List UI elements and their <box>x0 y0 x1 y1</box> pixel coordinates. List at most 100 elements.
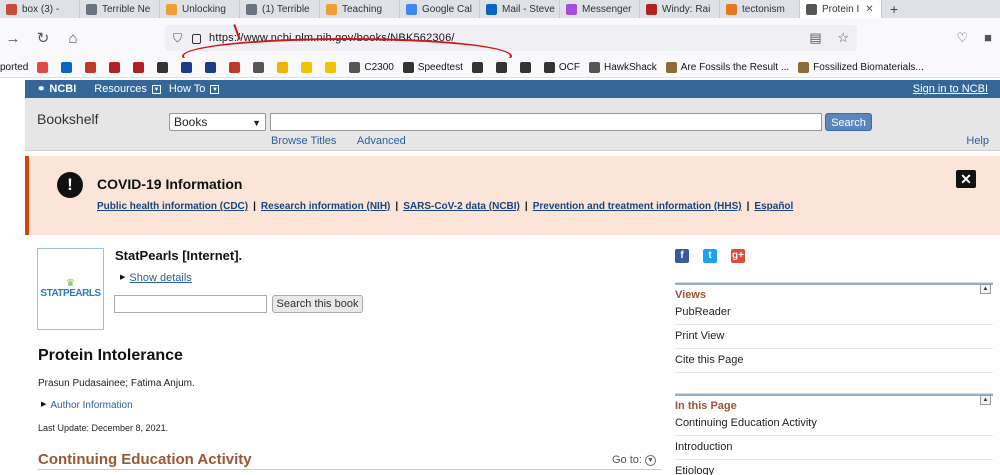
bookmark-label: OCF <box>558 62 580 73</box>
browser-tab[interactable]: tectonism <box>720 0 800 18</box>
help-link[interactable]: Help <box>966 135 989 147</box>
covid-link[interactable]: Español <box>754 201 793 212</box>
reader-view-icon[interactable]: ▤ <box>809 30 821 45</box>
ncbi-logo[interactable]: ⚭ NCBI <box>37 83 76 95</box>
search-input[interactable] <box>270 113 822 131</box>
tab-favicon-icon <box>406 3 417 15</box>
bookmark-item[interactable] <box>61 62 76 73</box>
ncbi-logo-text: NCBI <box>49 83 77 95</box>
covid-link[interactable]: Public health information (CDC) <box>97 201 248 212</box>
bookmark-favicon-icon <box>61 62 73 73</box>
reload-button[interactable]: ↻ <box>30 29 56 47</box>
bookmark-item[interactable] <box>471 62 487 73</box>
close-icon[interactable]: ✕ <box>865 4 873 15</box>
panel-link[interactable]: Print View <box>675 325 993 349</box>
bookmarks-bar: ported C2300 Speedtest OCF HawkShack Are Foss… <box>0 58 1000 78</box>
home-button[interactable]: ⌂ <box>60 30 86 47</box>
bookmark-item[interactable]: C2300 <box>349 62 394 73</box>
show-details-link[interactable]: Show details <box>129 272 191 284</box>
facebook-icon[interactable]: f <box>675 249 689 263</box>
search-button[interactable]: Search <box>825 113 872 131</box>
browser-tab[interactable]: Mail - Steve <box>480 0 560 18</box>
sign-in-link[interactable]: Sign in to NCBI <box>913 83 988 95</box>
bookmark-item[interactable] <box>253 62 268 73</box>
bookmark-item[interactable] <box>37 62 52 73</box>
database-select[interactable]: Books ▼ <box>169 113 266 131</box>
book-title: StatPearls [Internet]. <box>115 248 243 263</box>
bookmark-item[interactable] <box>229 62 244 73</box>
browser-tab[interactable]: Terrible Ne <box>80 0 160 18</box>
browser-tab[interactable]: Messenger <box>560 0 640 18</box>
bookmark-item[interactable] <box>133 62 148 73</box>
close-icon[interactable]: ✕ <box>956 170 976 188</box>
author-info-toggle[interactable]: ▶ Author Information <box>41 400 133 411</box>
browser-tab[interactable]: Google Cal <box>400 0 480 18</box>
panel-link[interactable]: Cite this Page <box>675 349 993 373</box>
twitter-icon[interactable]: t <box>703 249 717 263</box>
url-text[interactable]: https://www.ncbi.nlm.nih.gov/books/NBK56… <box>209 32 455 44</box>
bookmark-item[interactable] <box>181 62 196 73</box>
panel-link[interactable]: Continuing Education Activity <box>675 412 993 436</box>
bookmark-item[interactable] <box>109 62 124 73</box>
browse-titles-link[interactable]: Browse Titles <box>271 135 336 147</box>
covid-link[interactable]: Research information (NIH) <box>261 201 390 212</box>
bookmark-item[interactable] <box>495 62 511 73</box>
bookmark-item[interactable]: HawkShack <box>588 62 657 73</box>
bookmark-item[interactable]: Are Fossils the Result ... <box>665 62 789 73</box>
bookmark-star-icon[interactable]: ☆ <box>837 30 849 45</box>
go-to-label: Go to: <box>612 454 642 466</box>
address-bar[interactable]: ⛉ https://www.ncbi.nlm.nih.gov/books/NBK… <box>165 25 857 51</box>
book-search-input[interactable] <box>114 295 267 313</box>
tab-label: Unlocking <box>182 3 226 15</box>
bookmark-favicon-icon <box>471 62 483 73</box>
panel-link[interactable]: PubReader <box>675 301 993 325</box>
chevron-down-icon: ▼ <box>151 84 161 94</box>
covid-link[interactable]: Prevention and treatment information (HH… <box>533 201 742 212</box>
browser-tab[interactable]: Unlocking <box>160 0 240 18</box>
forward-button[interactable]: → <box>0 30 26 47</box>
bookmark-item[interactable] <box>277 62 292 73</box>
new-tab-button[interactable]: + <box>890 1 898 17</box>
cover-text: STATPEARLS <box>40 287 101 299</box>
panel-link[interactable]: Etiology <box>675 460 993 475</box>
bookmark-item[interactable] <box>85 62 100 73</box>
tab-favicon-icon <box>726 3 737 15</box>
tab-favicon-icon <box>566 3 577 15</box>
shield-icon[interactable]: ⛉ <box>173 31 182 46</box>
bookmark-item[interactable] <box>519 62 535 73</box>
advanced-link[interactable]: Advanced <box>357 135 406 147</box>
browser-tab[interactable]: Protein I ✕ <box>800 0 882 18</box>
browser-tab[interactable]: Teaching <box>320 0 400 18</box>
extension-icon[interactable]: ■ <box>984 30 992 46</box>
browser-tab[interactable]: Windy: Rai <box>640 0 720 18</box>
browser-tab[interactable]: box (3) - <box>0 0 80 18</box>
covid-link[interactable]: SARS-CoV-2 data (NCBI) <box>403 201 520 212</box>
book-cover[interactable]: ♛ STATPEARLS <box>37 248 104 330</box>
collapse-icon[interactable]: ▲ <box>980 395 991 405</box>
panel-link[interactable]: Introduction <box>675 436 993 460</box>
go-to-menu[interactable]: Go to: ▼ <box>612 454 656 466</box>
browser-tab[interactable]: (1) Terrible <box>240 0 320 18</box>
bookmark-item[interactable] <box>205 62 220 73</box>
tab-label: box (3) - <box>22 3 60 15</box>
triangle-right-icon: ▶ <box>41 401 47 408</box>
how-to-menu[interactable]: How To ▼ <box>169 83 220 95</box>
bookmark-item[interactable]: OCF <box>543 62 580 73</box>
author-info-link[interactable]: Author Information <box>50 400 132 411</box>
collapse-icon[interactable]: ▲ <box>980 284 991 294</box>
tab-favicon-icon <box>646 3 657 15</box>
bookmark-item[interactable]: Speedtest <box>402 62 463 73</box>
bookmark-item[interactable] <box>301 62 316 73</box>
bookshelf-title[interactable]: Bookshelf <box>37 111 98 127</box>
pocket-icon[interactable]: ♡ <box>956 30 968 46</box>
bookmark-item[interactable]: ported <box>0 62 28 73</box>
search-this-book-button[interactable]: Search this book <box>272 295 363 313</box>
bookmark-item[interactable] <box>325 62 340 73</box>
bookmark-item[interactable] <box>157 62 172 73</box>
bookmark-favicon-icon <box>495 62 507 73</box>
bookmark-item[interactable]: Fossilized Biomaterials... <box>798 62 924 73</box>
lock-icon[interactable] <box>192 34 202 44</box>
show-details-toggle[interactable]: ▶ Show details <box>120 272 192 284</box>
resources-menu[interactable]: Resources ▼ <box>94 83 161 95</box>
google-plus-icon[interactable]: g+ <box>731 249 745 263</box>
